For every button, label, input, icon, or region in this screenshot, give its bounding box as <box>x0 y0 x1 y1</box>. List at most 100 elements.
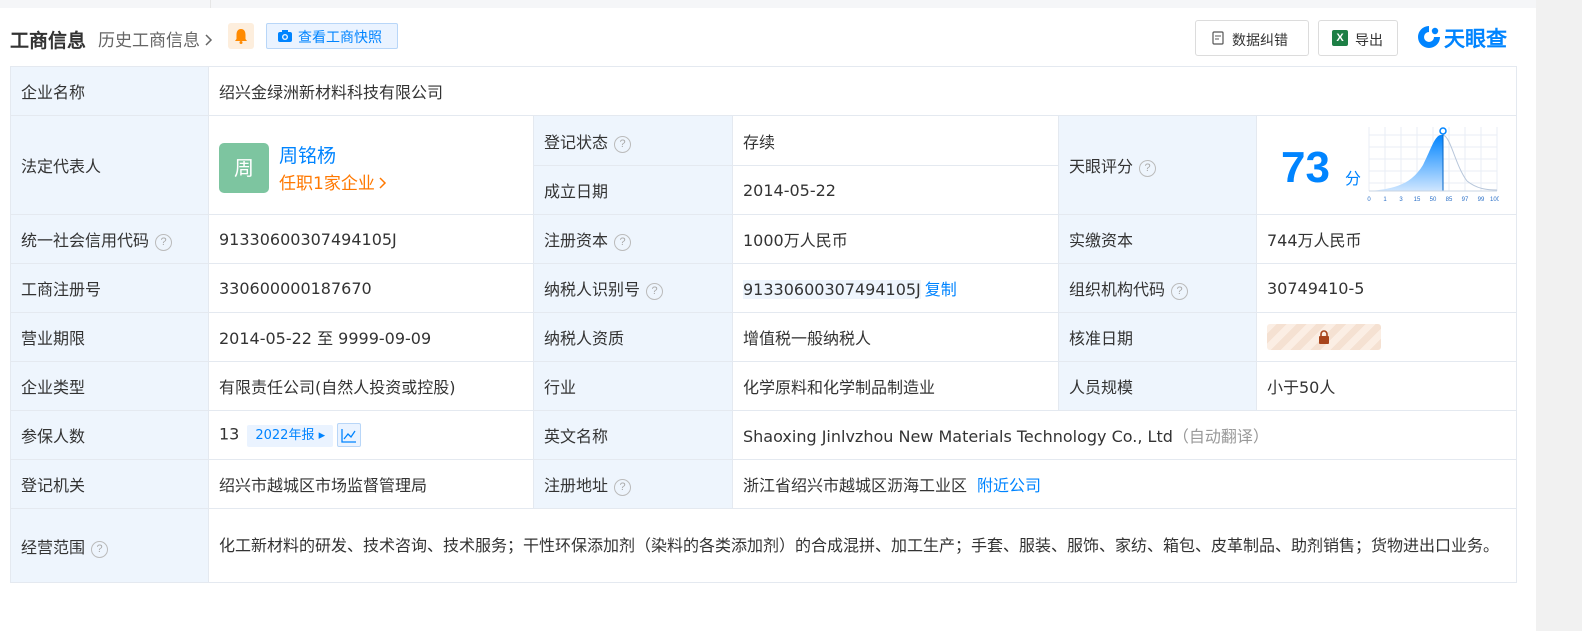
history-link[interactable]: 历史工商信息 <box>98 26 213 51</box>
address-label: 注册地址 <box>544 476 609 495</box>
staff-value: 小于50人 <box>1255 361 1518 411</box>
table-row: 经营范围? 化工新材料的研发、技术咨询、技术服务；干性环保添加剂（染料的各类添加… <box>10 508 1518 583</box>
top-strip <box>0 0 1536 8</box>
insured-label: 参保人数 <box>10 410 209 460</box>
score-label-cell: 天眼评分? <box>1058 115 1257 215</box>
table-row: 参保人数 13 2022年报 ▸ 英文名称 Shaoxing Jinlvzhou … <box>10 410 1518 460</box>
export-label: 导出 <box>1355 33 1383 49</box>
axis-tick-label: 3 <box>1399 197 1403 203</box>
legal-rep-name[interactable]: 周铭杨 <box>279 141 336 168</box>
score-unit: 分 <box>1345 169 1362 188</box>
score-value: 73 <box>1281 143 1330 192</box>
bell-icon <box>235 29 247 44</box>
credit-code-value: 91330600307494105J <box>208 214 534 264</box>
snapshot-button-label: 查看工商快照 <box>298 30 382 46</box>
approve-date-cell <box>1255 312 1518 362</box>
question-icon[interactable]: ? <box>646 283 664 300</box>
question-icon[interactable]: ? <box>614 135 632 153</box>
scrollbar[interactable] <box>1536 0 1582 631</box>
legal-rep-cell: 周 周铭杨 任职1家企业 <box>208 115 534 215</box>
tax-id-cell: 91330600307494105J 复制 <box>732 263 1059 313</box>
status-value: 存续 <box>732 115 1059 166</box>
table-row: 企业名称 绍兴金绿洲新材料科技有限公司 <box>10 66 1518 116</box>
insured-value: 13 <box>219 424 240 444</box>
locked-value[interactable] <box>1267 324 1381 350</box>
legal-rep-jobs-text[interactable]: 任职1家企业 <box>279 174 375 194</box>
paid-capital-label: 实缴资本 <box>1058 214 1257 264</box>
axis-tick-label: 100 <box>1490 197 1499 203</box>
avatar[interactable]: 周 <box>219 143 269 193</box>
axis-tick-label: 15 <box>1414 197 1421 203</box>
score-label: 天眼评分 <box>1069 157 1134 176</box>
org-code-label: 组织机构代码 <box>1069 280 1166 299</box>
table-row: 法定代表人 周 周铭杨 任职1家企业 登记状态? 存续 天眼评分? 73 分 0… <box>10 115 1518 215</box>
reg-capital-value: 1000万人民币 <box>732 214 1059 264</box>
term-value: 2014-05-22 至 9999-09-09 <box>208 312 534 362</box>
address-cell: 浙江省绍兴市越城区沥海工业区 附近公司 <box>731 459 1518 509</box>
term-label: 营业期限 <box>10 312 209 362</box>
axis-tick-label: 85 <box>1446 197 1453 203</box>
credit-code-label-cell: 统一社会信用代码? <box>10 214 209 264</box>
org-code-label-cell: 组织机构代码? <box>1058 263 1257 313</box>
axis-tick-label: 50 <box>1430 197 1437 203</box>
reg-capital-label: 注册资本 <box>544 231 609 250</box>
lock-icon <box>1319 330 1329 344</box>
scope-value: 化工新材料的研发、技术咨询、技术服务；干性环保添加剂（染料的各类添加剂）的合成混… <box>207 508 1518 583</box>
english-name-value: Shaoxing Jinlvzhou New Materials Technol… <box>743 427 1173 446</box>
question-icon[interactable]: ? <box>155 234 173 251</box>
legal-rep-label: 法定代表人 <box>10 115 209 215</box>
business-info-table: 企业名称 绍兴金绿洲新材料科技有限公司 法定代表人 周 周铭杨 任职1家企业 登… <box>10 66 1518 583</box>
brand-logo: 天眼查 <box>1416 22 1520 52</box>
paid-capital-value: 744万人民币 <box>1255 214 1518 264</box>
axis-tick-label: 99 <box>1478 197 1485 203</box>
status-label: 登记状态 <box>544 132 609 152</box>
table-row: 企业类型 有限责任公司(自然人投资或控股) 行业 化学原料和化学制品制造业 人员… <box>10 361 1518 411</box>
authority-value: 绍兴市越城区市场监督管理局 <box>208 459 534 509</box>
tax-id-label-cell: 纳税人识别号? <box>533 263 733 313</box>
export-button[interactable]: X 导出 <box>1318 20 1398 56</box>
table-row: 统一社会信用代码? 91330600307494105J 注册资本? 1000万… <box>10 214 1518 264</box>
staff-label: 人员规模 <box>1058 361 1257 411</box>
score-distribution-chart: 0 1 3 15 50 85 97 99 100 <box>1367 127 1499 203</box>
legal-rep-jobs[interactable]: 任职1家企业 <box>279 169 387 194</box>
approve-date-label: 核准日期 <box>1058 312 1257 362</box>
founded-value: 2014-05-22 <box>732 165 1059 215</box>
status-label-cell: 登记状态? <box>533 115 733 166</box>
section-header: 工商信息 历史工商信息 查看工商快照 数据纠错 X 导出 天眼查 <box>10 16 1520 56</box>
snapshot-button[interactable]: 查看工商快照 <box>266 23 398 49</box>
reg-no-value: 330600000187670 <box>208 263 534 313</box>
reg-capital-label-cell: 注册资本? <box>533 214 733 264</box>
question-icon[interactable]: ? <box>614 479 632 496</box>
camera-icon <box>278 30 292 42</box>
industry-value: 化学原料和化学制品制造业 <box>732 361 1059 411</box>
data-fix-button[interactable]: 数据纠错 <box>1195 20 1309 56</box>
section-title: 工商信息 <box>10 30 87 52</box>
copy-button[interactable]: 复制 <box>925 280 957 299</box>
english-name-label: 英文名称 <box>533 410 733 460</box>
nearby-companies-link[interactable]: 附近公司 <box>977 476 1041 495</box>
score-cell[interactable]: 73 分 0 1 3 15 50 85 97 99 100 <box>1255 115 1518 215</box>
tax-id-label: 纳税人识别号 <box>544 280 641 299</box>
company-name-label: 企业名称 <box>10 66 209 116</box>
tianyancha-logo-icon <box>1418 26 1440 48</box>
question-icon[interactable]: ? <box>1171 283 1189 300</box>
brand-name: 天眼查 <box>1444 27 1507 51</box>
chevron-right-icon <box>379 177 386 189</box>
address-label-cell: 注册地址? <box>533 459 733 509</box>
scrollbar-thumb[interactable] <box>1550 0 1568 631</box>
credit-code-label: 统一社会信用代码 <box>21 231 150 250</box>
excel-icon: X <box>1332 30 1348 46</box>
trend-button[interactable] <box>337 423 362 447</box>
history-link-label[interactable]: 历史工商信息 <box>98 31 200 51</box>
scope-label: 经营范围 <box>21 537 86 557</box>
document-icon <box>1212 31 1224 45</box>
taxpayer-label: 纳税人资质 <box>533 312 733 362</box>
question-icon[interactable]: ? <box>1139 160 1157 177</box>
question-icon[interactable]: ? <box>614 234 632 251</box>
notify-button[interactable] <box>228 23 254 49</box>
address-value: 浙江省绍兴市越城区沥海工业区 <box>743 476 968 495</box>
question-icon[interactable]: ? <box>91 540 109 558</box>
annual-report-select[interactable]: 2022年报 ▸ <box>247 424 334 447</box>
reg-no-label: 工商注册号 <box>10 263 209 313</box>
data-fix-label: 数据纠错 <box>1232 33 1288 49</box>
